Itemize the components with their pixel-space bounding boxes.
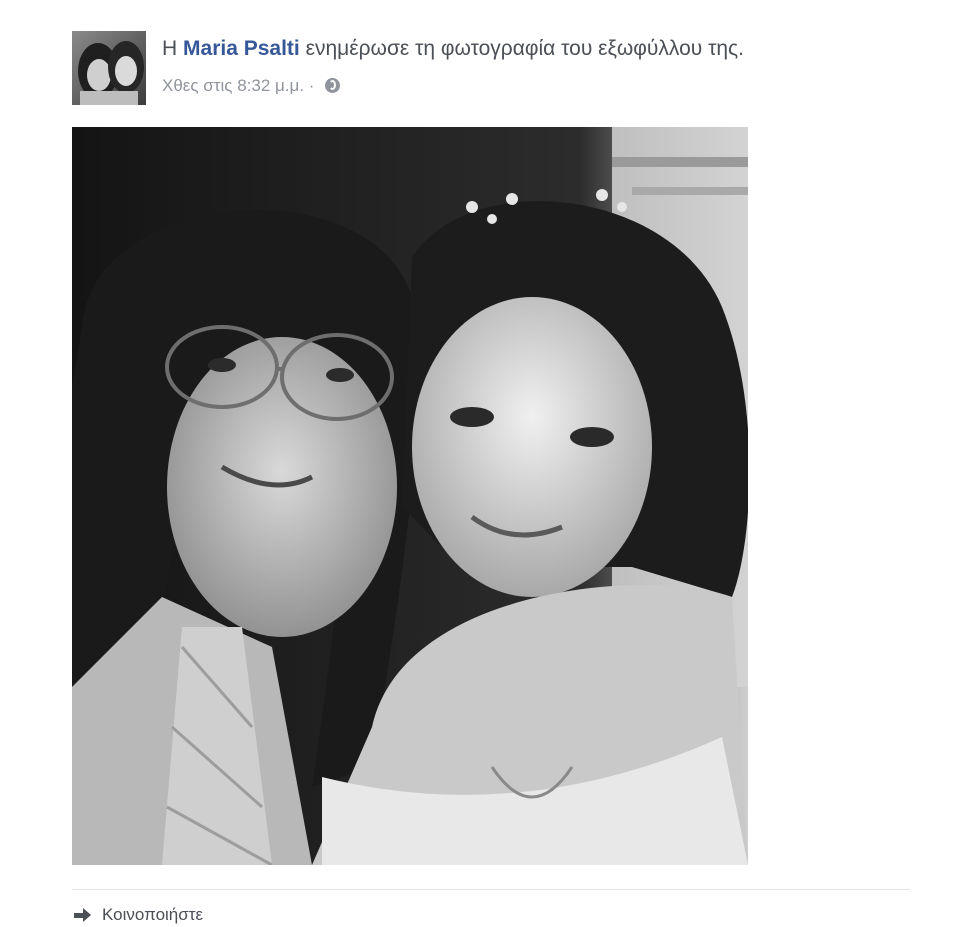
post-headline: Η Maria Psalti ενημέρωσε τη φωτογραφία τ… <box>162 34 962 64</box>
cover-photo[interactable] <box>72 127 748 865</box>
globe-icon[interactable] <box>325 78 341 93</box>
headline-prefix: Η <box>162 37 178 60</box>
post-timestamp[interactable]: Χθες στις 8:32 μ.μ. <box>162 76 304 95</box>
share-button[interactable]: Κοινοποιήστε <box>74 903 203 927</box>
feed-post: Η Maria Psalti ενημέρωσε τη φωτογραφία τ… <box>0 0 980 924</box>
author-link[interactable]: Maria Psalti <box>183 37 300 60</box>
post-meta: Χθες στις 8:32 μ.μ. · <box>162 74 341 98</box>
share-arrow-icon <box>74 907 92 922</box>
profile-avatar[interactable] <box>72 31 146 105</box>
headline-action: ενημέρωσε τη φωτογραφία του εξωφύλλου τη… <box>305 37 745 60</box>
actions-divider <box>72 889 910 890</box>
meta-separator: · <box>308 76 315 95</box>
share-label: Κοινοποιήστε <box>102 905 204 924</box>
